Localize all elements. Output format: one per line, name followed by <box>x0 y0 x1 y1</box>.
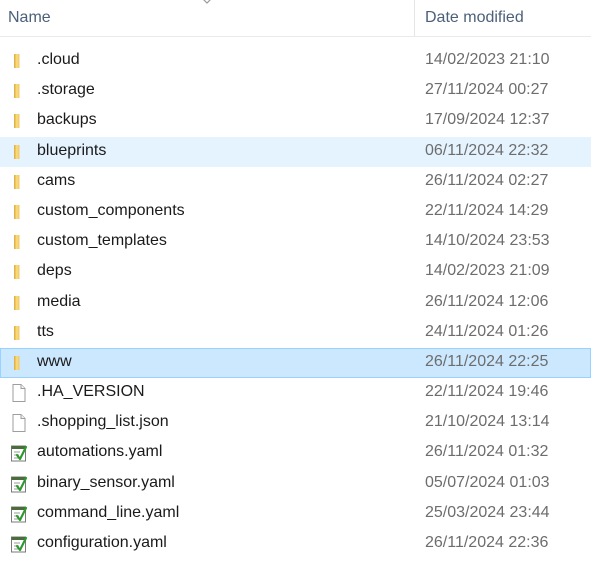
date-modified: 26/11/2024 22:36 <box>425 534 549 551</box>
file-name: custom_components <box>37 201 185 219</box>
file-explorer: Name Date modified .cloud 14/02/2023 21:1… <box>0 0 591 562</box>
file-row[interactable]: binary_sensor.yaml 05/07/2024 01:03 <box>0 469 591 499</box>
file-row[interactable]: custom_templates 14/10/2024 23:53 <box>0 227 591 257</box>
file-name: cams <box>37 171 76 189</box>
folder-icon <box>10 233 28 251</box>
folder-icon <box>10 143 28 161</box>
date-modified: 24/11/2024 01:26 <box>425 322 549 340</box>
file-name: .shopping_list.json <box>37 413 169 431</box>
date-modified: 25/03/2024 23:44 <box>425 503 550 521</box>
date-modified: 21/10/2024 13:14 <box>425 413 550 431</box>
date-modified: 05/07/2024 01:03 <box>425 473 550 491</box>
file-name: custom_templates <box>37 232 167 250</box>
folder-icon <box>10 324 28 342</box>
file-name: media <box>37 292 81 310</box>
date-modified: 26/11/2024 22:25 <box>425 352 549 370</box>
file-icon <box>10 414 28 433</box>
yaml-file-icon <box>10 505 28 523</box>
folder-icon <box>10 173 28 191</box>
column-divider[interactable] <box>414 0 415 36</box>
file-row[interactable]: cams 26/11/2024 02:27 <box>0 167 591 197</box>
file-name: binary_sensor.yaml <box>37 473 175 491</box>
date-modified: 22/11/2024 19:46 <box>425 383 549 401</box>
file-row[interactable]: custom_components 22/11/2024 14:29 <box>0 197 591 227</box>
file-row[interactable]: command_line.yaml 25/03/2024 23:44 <box>0 499 591 529</box>
date-modified: 26/11/2024 01:32 <box>425 443 549 461</box>
file-row[interactable]: .cloud 14/02/2023 21:10 <box>0 46 591 76</box>
file-row[interactable]: deps 14/02/2023 21:09 <box>0 257 591 287</box>
name-column-header[interactable]: Name <box>8 9 51 27</box>
folder-icon <box>10 263 28 281</box>
file-name: .HA_VERSION <box>37 383 145 401</box>
date-modified: 06/11/2024 22:32 <box>425 141 549 159</box>
file-row[interactable]: www 26/11/2024 22:25 <box>0 347 591 379</box>
date-modified: 14/02/2023 21:10 <box>425 51 550 68</box>
file-name: .cloud <box>37 51 80 68</box>
folder-icon <box>10 52 28 70</box>
column-header: Name Date modified <box>0 0 591 37</box>
file-row[interactable]: .storage 27/11/2024 00:27 <box>0 76 591 106</box>
file-name: deps <box>37 262 72 280</box>
file-name: .storage <box>37 81 95 99</box>
folder-icon <box>10 203 28 221</box>
date-modified-column-header[interactable]: Date modified <box>425 9 524 27</box>
yaml-file-icon <box>10 444 28 462</box>
file-row[interactable]: tts 24/11/2024 01:26 <box>0 318 591 348</box>
folder-icon <box>10 294 28 312</box>
date-modified: 22/11/2024 14:29 <box>425 201 549 219</box>
file-row[interactable]: backups 17/09/2024 12:37 <box>0 106 591 136</box>
file-row[interactable]: .HA_VERSION 22/11/2024 19:46 <box>0 378 591 408</box>
file-name: configuration.yaml <box>37 534 167 551</box>
file-icon <box>10 384 28 403</box>
file-row[interactable]: media 26/11/2024 12:06 <box>0 288 591 318</box>
file-row[interactable]: automations.yaml 26/11/2024 01:32 <box>0 438 591 468</box>
yaml-file-icon <box>10 535 28 553</box>
file-name: automations.yaml <box>37 443 163 461</box>
date-modified: 26/11/2024 12:06 <box>425 292 549 310</box>
file-name: www <box>37 352 72 370</box>
file-row[interactable]: configuration.yaml 26/11/2024 22:36 <box>0 529 591 559</box>
date-modified: 27/11/2024 00:27 <box>425 81 549 99</box>
file-name: tts <box>37 322 54 340</box>
folder-icon <box>10 82 28 100</box>
yaml-file-icon <box>10 475 28 493</box>
date-modified: 14/02/2023 21:09 <box>425 262 550 280</box>
file-name: backups <box>37 111 97 129</box>
folder-icon <box>10 354 28 372</box>
file-row[interactable]: .shopping_list.json 21/10/2024 13:14 <box>0 408 591 438</box>
file-row[interactable]: blueprints 06/11/2024 22:32 <box>0 136 591 167</box>
file-list: .cloud 14/02/2023 21:10 .storage 27/11/2024… <box>0 46 591 559</box>
sort-chevron-icon <box>203 0 211 4</box>
folder-icon <box>10 112 28 130</box>
file-name: command_line.yaml <box>37 503 180 521</box>
date-modified: 17/09/2024 12:37 <box>425 111 550 129</box>
file-name: blueprints <box>37 141 107 159</box>
date-modified: 26/11/2024 02:27 <box>425 171 549 189</box>
date-modified: 14/10/2024 23:53 <box>425 232 550 250</box>
